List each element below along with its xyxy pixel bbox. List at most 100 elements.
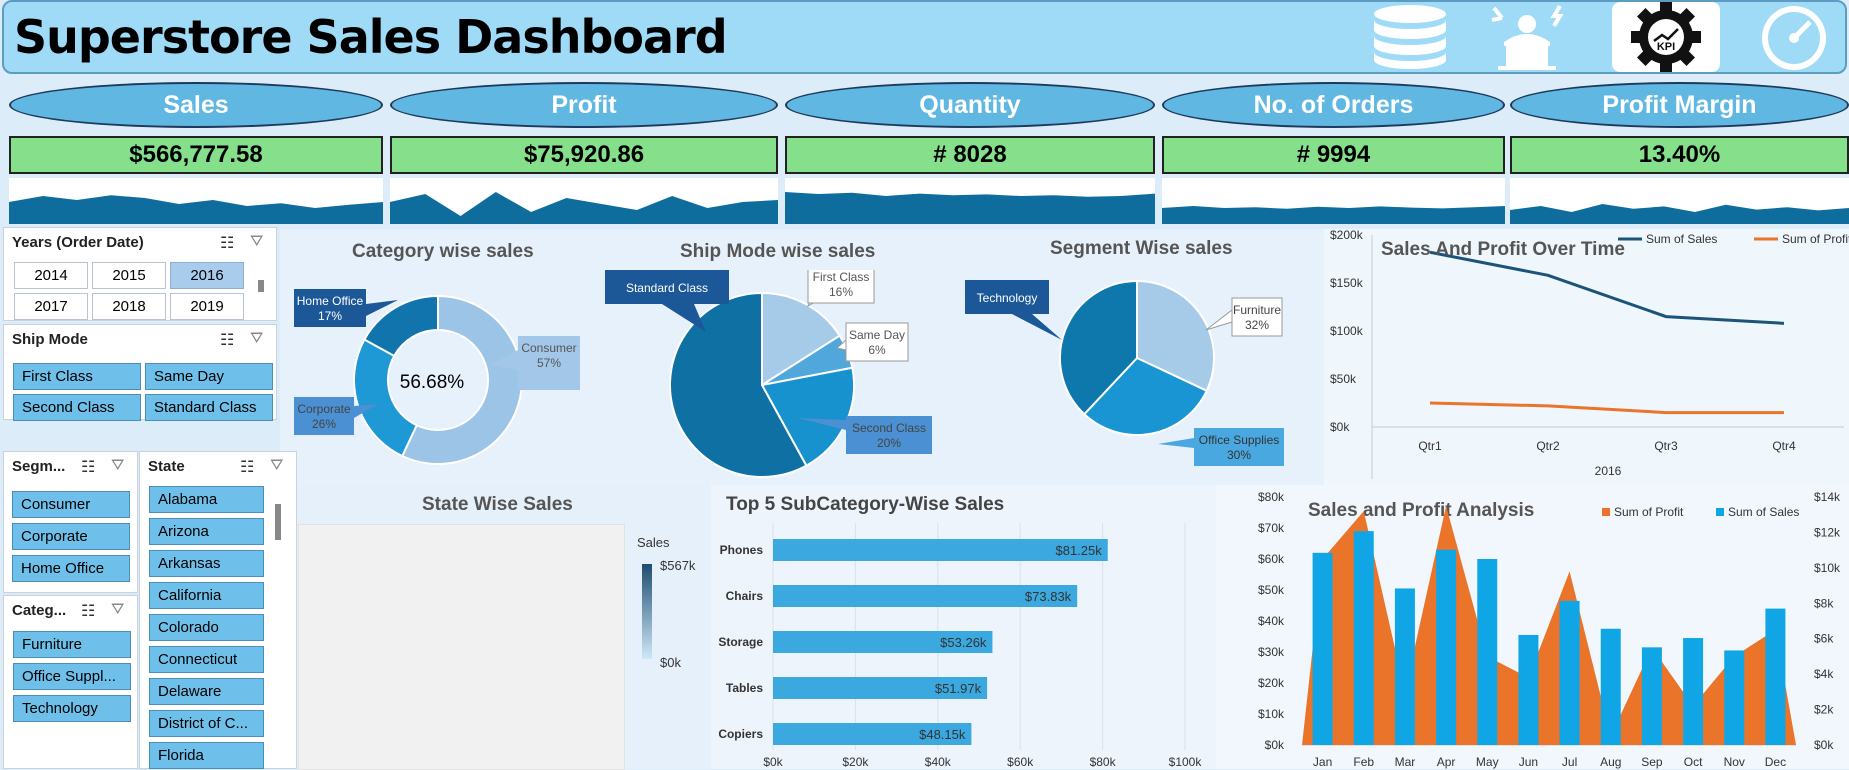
- subcategory-chart-title: Top 5 SubCategory-Wise Sales: [726, 494, 1005, 515]
- state-option-2[interactable]: Arkansas: [149, 550, 264, 577]
- combo-xtick-4: May: [1476, 755, 1499, 769]
- kpi-label-3: No. of Orders: [1162, 82, 1505, 128]
- segment-option-1[interactable]: Corporate: [12, 523, 130, 550]
- kpi-label-2: Quantity: [785, 82, 1155, 128]
- combo-profit-area: [1302, 505, 1796, 745]
- hbar-xtick-3: $60k: [1007, 755, 1034, 769]
- kpi-gear-icon[interactable]: [1618, 2, 1714, 72]
- state-option-6[interactable]: Delaware: [149, 678, 264, 705]
- combo-y2tick-3: $6k: [1814, 632, 1834, 646]
- shipmode-option-3[interactable]: Standard Class: [145, 394, 273, 421]
- line-ytick-2: $100k: [1330, 324, 1364, 338]
- year-option-2019[interactable]: 2019: [170, 293, 244, 320]
- multi-select-icon[interactable]: ☷: [240, 457, 254, 477]
- sales-profit-time-chart: $0k $50k $100k $150k $200k Qtr1 Qtr2 Qtr3 Qtr4 20…: [1330, 229, 1849, 479]
- callout-technology: Technology: [965, 280, 1062, 340]
- kpi-value-2: # 8028: [785, 136, 1155, 174]
- callout-secondclass-pct: 20%: [877, 436, 901, 450]
- years-scrollbar[interactable]: [258, 280, 264, 292]
- hbar-xtick-4: $80k: [1090, 755, 1117, 769]
- line-legend-label-1: Sum of Profit: [1782, 232, 1849, 246]
- year-option-2018[interactable]: 2018: [92, 293, 166, 320]
- state-option-8[interactable]: Florida: [149, 742, 264, 769]
- callout-furniture-pct: 32%: [1245, 318, 1269, 332]
- category-chart-title: Category wise sales: [352, 241, 534, 262]
- alert-laptop-icon[interactable]: [1484, 2, 1570, 72]
- combo-sales-bar-2: [1394, 588, 1415, 745]
- callout-firstclass-pct: 16%: [829, 285, 853, 299]
- combo-sales-bar-9: [1683, 638, 1704, 745]
- combo-xtick-11: Dec: [1765, 755, 1786, 769]
- combo-xtick-9: Oct: [1684, 755, 1703, 769]
- shipmode-option-0[interactable]: First Class: [13, 363, 141, 390]
- state-option-5[interactable]: Connecticut: [149, 646, 264, 673]
- shipmode-pie-chart: First Class16% Same Day6% Second Class20% S…: [605, 270, 932, 478]
- multi-select-icon[interactable]: ☷: [81, 601, 95, 621]
- clear-filter-icon[interactable]: ⛛: [111, 601, 124, 619]
- callout-firstclass-label: First Class: [813, 270, 870, 284]
- category-option-0[interactable]: Furniture: [13, 631, 131, 658]
- state-scrollbar[interactable]: [275, 504, 281, 540]
- shipmode-chart-title: Ship Mode wise sales: [680, 241, 876, 262]
- segment-pie-chart: Furniture32% Office Supplies30% Technology: [965, 279, 1284, 466]
- hbar-xtick-5: $100k: [1169, 755, 1203, 769]
- state-slicer: State ☷ ⛛ Alabama Arizona Arkansas California C…: [139, 451, 297, 769]
- kpi-sparkline-2: [785, 178, 1155, 224]
- shipmode-option-1[interactable]: Same Day: [145, 363, 273, 390]
- shipmode-slicer: Ship Mode ☷ ⛛ First Class Same Day Second Cla…: [3, 324, 277, 421]
- year-option-2016[interactable]: 2016: [170, 262, 244, 289]
- year-option-2014[interactable]: 2014: [14, 262, 88, 289]
- combo-legend-label-1: Sum of Sales: [1728, 505, 1799, 519]
- line-xtick-0: Qtr1: [1418, 439, 1442, 453]
- clear-filter-icon[interactable]: ⛛: [250, 233, 263, 251]
- combo-ytick-5: $50k: [1258, 583, 1285, 597]
- state-option-7[interactable]: District of C...: [149, 710, 264, 737]
- line-ytick-3: $150k: [1330, 276, 1364, 290]
- kpi-value-3: # 9994: [1162, 136, 1505, 174]
- clear-filter-icon[interactable]: ⛛: [111, 457, 124, 475]
- segment-slicer: Segm... ☷ ⛛ Consumer Corporate Home Office: [3, 451, 138, 593]
- shipmode-option-2[interactable]: Second Class: [13, 394, 141, 421]
- state-option-3[interactable]: California: [149, 582, 264, 609]
- combo-xtick-3: Apr: [1437, 755, 1456, 769]
- kpi-sparkline-0: [9, 178, 383, 224]
- multi-select-icon[interactable]: ☷: [220, 233, 234, 253]
- callout-sameday: Same Day6%: [835, 322, 909, 362]
- sales-profit-analysis-chart: $0k $10k $20k $30k $40k $50k $60k $70k $80k $0k $2…: [1258, 490, 1841, 769]
- state-option-0[interactable]: Alabama: [149, 486, 264, 513]
- kpi-icon-text: KPI: [1656, 41, 1676, 53]
- segment-option-2[interactable]: Home Office: [12, 555, 130, 582]
- category-option-2[interactable]: Technology: [13, 695, 131, 722]
- callout-officesupplies-pct: 30%: [1227, 448, 1251, 462]
- kpi-label-4: Profit Margin: [1510, 82, 1849, 128]
- hbar-value-label-3: $51.97k: [935, 681, 982, 696]
- category-option-1[interactable]: Office Suppl...: [13, 663, 131, 690]
- sparkline-area: [9, 195, 383, 224]
- shipmode-slicer-title: Ship Mode: [12, 331, 88, 348]
- state-option-4[interactable]: Colorado: [149, 614, 264, 641]
- sparkline-area: [785, 192, 1155, 224]
- line-xtick-3: Qtr4: [1772, 439, 1796, 453]
- combo-sales-bar-4: [1477, 559, 1498, 745]
- multi-select-icon[interactable]: ☷: [81, 457, 95, 477]
- hbar-category-3: Tables: [726, 681, 763, 695]
- hbar-xtick-2: $40k: [925, 755, 952, 769]
- combo-ytick-0: $0k: [1265, 738, 1285, 752]
- year-option-2015[interactable]: 2015: [92, 262, 166, 289]
- database-icon[interactable]: [1370, 2, 1450, 72]
- kpi-label-0: Sales: [9, 82, 383, 128]
- hbar-value-label-0: $81.25k: [1055, 543, 1102, 558]
- clear-filter-icon[interactable]: ⛛: [250, 330, 263, 348]
- segment-option-0[interactable]: Consumer: [12, 491, 130, 518]
- year-option-2017[interactable]: 2017: [14, 293, 88, 320]
- callout-homeoffice-label: Home Office: [297, 294, 364, 308]
- callout-homeoffice-pct: 17%: [318, 309, 342, 323]
- kpi-sparkline-3: [1162, 178, 1505, 224]
- pie-slice-1: [353, 338, 419, 458]
- combo-ytick-1: $10k: [1258, 707, 1285, 721]
- state-option-1[interactable]: Arizona: [149, 518, 264, 545]
- multi-select-icon[interactable]: ☷: [220, 330, 234, 350]
- kpi-value-4: 13.40%: [1510, 136, 1849, 174]
- speedometer-icon[interactable]: [1754, 2, 1834, 72]
- state-map-area[interactable]: [298, 524, 625, 770]
